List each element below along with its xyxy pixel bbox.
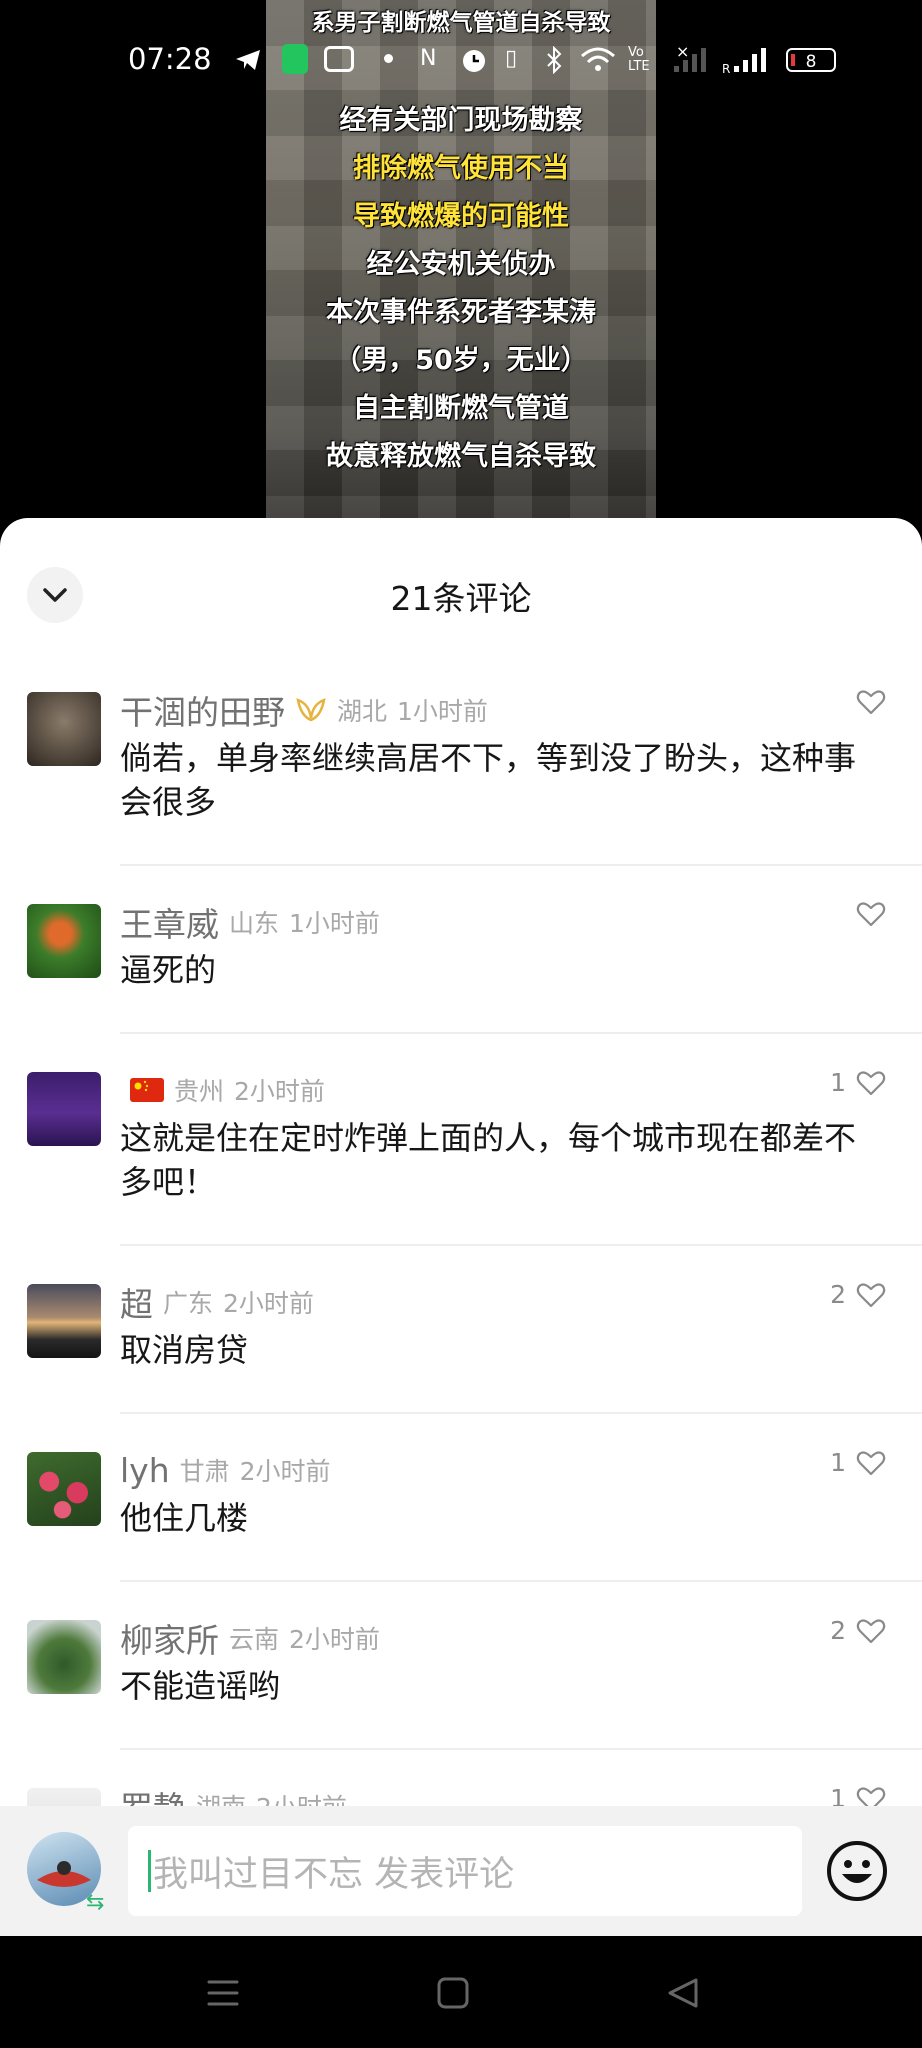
comment-text: 倘若，单身率继续高居不下，等到没了盼头，这种事会很多 [120,739,857,821]
home-icon[interactable] [436,1976,470,2010]
like-button[interactable]: 2 [830,1280,886,1309]
comment-text: 逼死的 [120,951,217,989]
comment-region: 广东 [163,1289,214,1318]
video-caption: 经公安机关侦办 [366,249,556,280]
bluetooth-icon [547,46,562,74]
message-icon [324,46,354,72]
like-button[interactable]: 1 [830,1068,886,1097]
comment-input-placeholder: 我叫过目不忘 发表评论 [153,1854,515,1895]
comment-text: 他住几楼 [120,1499,249,1537]
comment-author[interactable]: 王章威 [120,898,219,946]
comment-author[interactable]: 超 [120,1278,153,1326]
like-button[interactable]: 2 [830,1616,886,1645]
dot-icon [384,54,393,63]
comment-input[interactable]: 我叫过目不忘 发表评论 [128,1826,802,1916]
comment-region: 贵州 [174,1077,225,1106]
comment-author[interactable]: 干涸的田野 [120,686,285,734]
video-caption: 排除燃气使用不当 [353,153,569,184]
avatar[interactable] [27,1284,101,1358]
heart-icon [856,902,886,927]
comment-text: 不能造谣哟 [120,1667,281,1705]
comment-region: 湖北 [337,697,388,726]
comment-author[interactable]: 柳家所 [120,1614,219,1662]
china-flag-icon [130,1078,164,1102]
comments-header: 21条评论 [0,518,922,628]
divider [120,864,922,866]
like-count: 1 [830,1068,846,1097]
comment-time: 2小时前 [239,1457,331,1486]
video-caption: 本次事件系死者李某涛 [326,297,596,328]
back-icon[interactable] [666,1976,700,2010]
video-caption: 故意释放燃气自杀导致 [326,441,596,472]
video-caption: （男，50岁，无业） [334,345,588,376]
comments-title: 21条评论 [390,579,532,618]
heart-icon [856,1282,886,1307]
svg-text:R: R [722,62,730,74]
emoji-icon[interactable] [826,1840,888,1902]
comment-time: 1小时前 [397,697,488,726]
comment-text: 这就是住在定时炸弹上面的人，每个城市现在都差不多吧！ [120,1119,857,1201]
menu-icon[interactable] [206,1976,240,2010]
comment-meta: 超 广东 2小时前 [120,1280,314,1324]
volte-icon: Vo LTE [628,45,650,74]
status-bar: 07:28 N ▯ Vo LTE × R 8 [0,42,922,82]
system-nav-bar [0,1936,922,2048]
comment-meta: lyh 甘肃 2小时前 [120,1448,331,1492]
comment-time: 1小时前 [289,909,380,938]
video-caption: 自主割断燃气管道 [353,393,569,424]
battery-indicator: 8 [786,48,836,72]
avatar[interactable] [27,1620,101,1694]
comment-meta: 柳家所 云南 2小时前 [120,1616,380,1660]
comment-time: 2小时前 [223,1289,314,1318]
heart-icon [856,1070,886,1095]
avatar[interactable] [27,1452,101,1526]
app-notification-icon [282,44,308,74]
avatar[interactable] [27,904,101,978]
like-count: 2 [830,1280,846,1309]
avatar[interactable] [27,692,101,766]
comment-input-bar: ⇆ 我叫过目不忘 发表评论 [0,1806,922,1936]
like-count: 1 [830,1448,846,1477]
nfc-icon: N [420,46,437,71]
comment-time: 2小时前 [234,1077,325,1106]
video-caption-top: 系男子割断燃气管道自杀导致 [311,10,611,36]
like-button[interactable]: 1 [830,1448,886,1477]
alarm-icon [463,50,485,72]
divider [120,1580,922,1582]
switch-account-icon[interactable]: ⇆ [86,1890,104,1915]
comment-meta: 王章威 山东 1小时前 [120,900,380,944]
comment-region: 甘肃 [179,1457,230,1486]
divider [120,1244,922,1246]
comment-time: 2小时前 [289,1625,380,1654]
signal-icon [674,48,706,72]
comment-meta: 干涸的田野 湖北 1小时前 [120,688,488,732]
heart-icon [856,1450,886,1475]
text-caret [148,1850,151,1892]
divider [120,1412,922,1414]
telegram-icon [236,50,260,70]
divider [120,1032,922,1034]
comment-author[interactable]: lyh [120,1451,170,1490]
badge-icon [296,698,326,722]
like-count: 2 [830,1616,846,1645]
comment-region: 山东 [229,909,280,938]
like-button[interactable] [856,900,886,928]
like-button[interactable] [856,688,886,716]
signal-icon-2: R [722,48,766,74]
comments-sheet: 21条评论 干涸的田野 湖北 1小时前 倘若，单身率继续高居不下，等到没了盼头，… [0,518,922,1936]
vibrate-icon: ▯ [505,46,518,71]
avatar[interactable] [27,1072,101,1146]
comment-region: 云南 [229,1625,280,1654]
heart-icon [856,1618,886,1643]
status-time: 07:28 [128,42,212,76]
wifi-icon [581,47,615,71]
video-caption: 导致燃爆的可能性 [353,201,569,232]
comment-text: 取消房贷 [120,1331,249,1369]
comment-meta: 贵州 2小时前 [120,1068,325,1112]
divider [120,1748,922,1750]
heart-icon [856,690,886,715]
video-caption: 经有关部门现场勘察 [339,105,583,136]
